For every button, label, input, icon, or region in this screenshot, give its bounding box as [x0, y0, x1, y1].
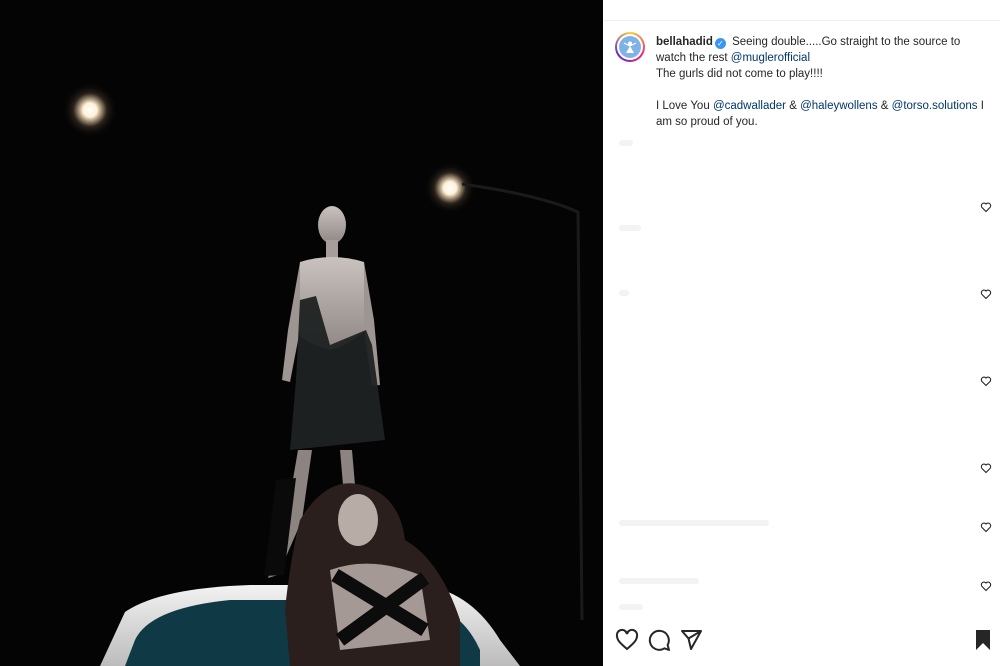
post-header-divider [603, 0, 1000, 21]
faded-comment [619, 604, 643, 610]
comment-icon[interactable] [647, 628, 671, 652]
post-sidebar: bellahadid ✓ Seeing double.....Go straigh… [603, 0, 1000, 666]
heart-icon[interactable] [615, 628, 639, 652]
caption-text-3: I Love You [656, 100, 710, 112]
ampersand: & [789, 100, 797, 112]
comment-like-heart-icon[interactable] [980, 462, 992, 474]
faded-comment [619, 578, 699, 584]
send-icon[interactable] [679, 628, 703, 652]
avatar[interactable] [615, 32, 645, 62]
faded-comment [619, 520, 769, 526]
post-actions-bar [603, 616, 1000, 666]
mention-link[interactable]: @cadwallader [713, 100, 786, 112]
comment-like-heart-icon[interactable] [980, 580, 992, 592]
caption-text-2: The gurls did not come to play!!!! [656, 68, 823, 80]
avatar-image [619, 36, 641, 58]
post-media[interactable] [0, 0, 603, 666]
faded-comment [619, 290, 629, 296]
mention-link[interactable]: @haleywollens [800, 100, 878, 112]
faded-comment [619, 225, 641, 231]
verified-badge-icon: ✓ [714, 38, 726, 49]
username[interactable]: bellahadid [656, 36, 713, 48]
ampersand: & [880, 100, 889, 112]
faded-comment [619, 140, 633, 146]
bookmark-icon[interactable] [971, 628, 995, 652]
mention-link[interactable]: @muglerofficial [731, 52, 810, 64]
comment-like-heart-icon[interactable] [980, 521, 992, 533]
angel-figure-icon [623, 41, 637, 53]
comment-like-heart-icon[interactable] [980, 201, 992, 213]
post-caption: bellahadid ✓ Seeing double.....Go straigh… [656, 34, 986, 130]
comment-like-heart-icon[interactable] [980, 375, 992, 387]
post-photo [0, 0, 603, 666]
mention-link[interactable]: @torso.solutions [892, 100, 978, 112]
comment-like-heart-icon[interactable] [980, 288, 992, 300]
